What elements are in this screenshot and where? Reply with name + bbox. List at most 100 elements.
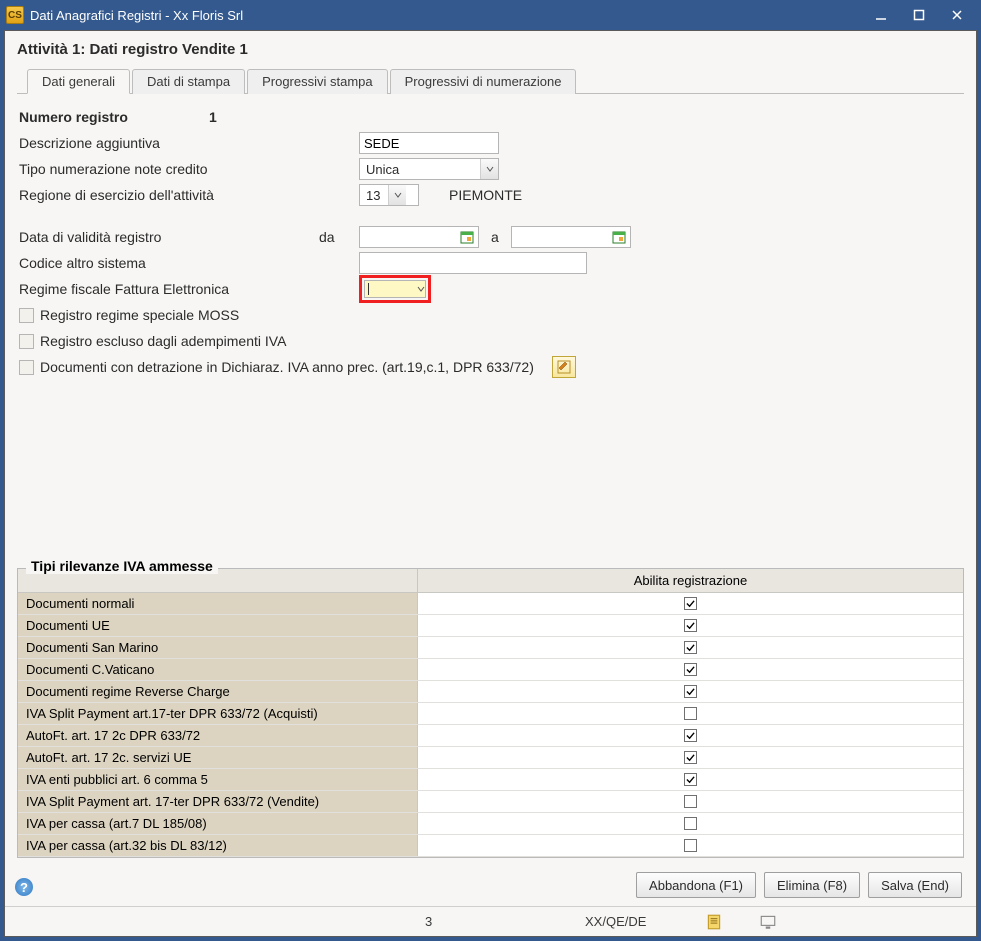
chevron-down-icon	[417, 280, 425, 298]
data-da-input[interactable]	[359, 226, 479, 248]
chevron-down-icon	[480, 159, 498, 179]
row-checkbox-cell	[418, 703, 963, 724]
moss-label: Registro regime speciale MOSS	[40, 307, 239, 323]
row-label: IVA per cassa (art.32 bis DL 83/12)	[18, 835, 418, 856]
table-row: AutoFt. art. 17 2c. servizi UE	[18, 747, 963, 769]
row-checkbox-cell	[418, 615, 963, 636]
abbandona-button[interactable]: Abbandona (F1)	[636, 872, 756, 898]
titlebar: CS Dati Anagrafici Registri - Xx Floris …	[0, 0, 981, 30]
tipi-rilevanze-group: Tipi rilevanze IVA ammesse Abilita regis…	[17, 568, 964, 858]
tab-0[interactable]: Dati generali	[27, 69, 130, 94]
note-icon[interactable]	[705, 913, 723, 931]
tab-3[interactable]: Progressivi di numerazione	[390, 69, 577, 94]
row-checkbox[interactable]	[684, 839, 697, 852]
row-checkbox[interactable]	[684, 597, 697, 610]
row-checkbox[interactable]	[684, 751, 697, 764]
row-checkbox[interactable]	[684, 773, 697, 786]
tipo-numerazione-value: Unica	[360, 162, 420, 177]
row-checkbox-cell	[418, 791, 963, 812]
row-checkbox-cell	[418, 681, 963, 702]
row-checkbox-cell	[418, 725, 963, 746]
escluso-checkbox[interactable]	[19, 334, 34, 349]
row-label: IVA per cassa (art.7 DL 185/08)	[18, 813, 418, 834]
regione-code-select[interactable]: 13	[359, 184, 419, 206]
table-row: Documenti San Marino	[18, 637, 963, 659]
row-label: Documenti C.Vaticano	[18, 659, 418, 680]
regime-fiscale-select[interactable]	[364, 280, 426, 298]
numero-registro-value: 1	[209, 109, 217, 125]
codice-sistema-input[interactable]	[359, 252, 587, 274]
row-checkbox-cell	[418, 659, 963, 680]
descrizione-input[interactable]	[359, 132, 499, 154]
table-row: Documenti UE	[18, 615, 963, 637]
row-label: Documenti regime Reverse Charge	[18, 681, 418, 702]
codice-sistema-label: Codice altro sistema	[19, 255, 359, 271]
regime-fiscale-label: Regime fiscale Fattura Elettronica	[19, 281, 359, 297]
group-title: Tipi rilevanze IVA ammesse	[26, 558, 218, 574]
row-label: IVA Split Payment art.17-ter DPR 633/72 …	[18, 703, 418, 724]
table-row: IVA Split Payment art.17-ter DPR 633/72 …	[18, 703, 963, 725]
help-icon[interactable]: ?	[15, 878, 33, 896]
row-checkbox-cell	[418, 835, 963, 856]
tab-1[interactable]: Dati di stampa	[132, 69, 245, 94]
tipo-numerazione-select[interactable]: Unica	[359, 158, 499, 180]
window-title: Dati Anagrafici Registri - Xx Floris Srl	[30, 8, 869, 23]
data-a-input[interactable]	[511, 226, 631, 248]
calendar-icon	[459, 229, 475, 245]
descrizione-label: Descrizione aggiuntiva	[19, 135, 359, 151]
highlight-box	[359, 275, 431, 303]
row-checkbox[interactable]	[684, 707, 697, 720]
row-checkbox-cell	[418, 593, 963, 614]
da-label: da	[319, 229, 359, 245]
moss-checkbox[interactable]	[19, 308, 34, 323]
statusbar: 3 XX/QE/DE	[5, 906, 976, 936]
table-row: IVA enti pubblici art. 6 comma 5	[18, 769, 963, 791]
row-label: Documenti San Marino	[18, 637, 418, 658]
numero-registro-label: Numero registro	[19, 109, 359, 125]
edit-button[interactable]	[552, 356, 576, 378]
row-label: AutoFt. art. 17 2c. servizi UE	[18, 747, 418, 768]
salva-button[interactable]: Salva (End)	[868, 872, 962, 898]
table-row: AutoFt. art. 17 2c DPR 633/72	[18, 725, 963, 747]
row-label: AutoFt. art. 17 2c DPR 633/72	[18, 725, 418, 746]
table-row: IVA per cassa (art.7 DL 185/08)	[18, 813, 963, 835]
row-checkbox[interactable]	[684, 663, 697, 676]
tabs: Dati generaliDati di stampaProgressivi s…	[17, 68, 964, 94]
table-row: Documenti C.Vaticano	[18, 659, 963, 681]
minimize-button[interactable]	[869, 5, 893, 25]
row-checkbox[interactable]	[684, 685, 697, 698]
table-row: Documenti regime Reverse Charge	[18, 681, 963, 703]
detrazione-label: Documenti con detrazione in Dichiaraz. I…	[40, 359, 534, 375]
table-row: IVA Split Payment art. 17-ter DPR 633/72…	[18, 791, 963, 813]
row-label: Documenti UE	[18, 615, 418, 636]
app-icon: CS	[6, 6, 24, 24]
tipo-numerazione-label: Tipo numerazione note credito	[19, 161, 359, 177]
tab-2[interactable]: Progressivi stampa	[247, 69, 388, 94]
elimina-button[interactable]: Elimina (F8)	[764, 872, 860, 898]
detrazione-checkbox[interactable]	[19, 360, 34, 375]
escluso-label: Registro escluso dagli adempimenti IVA	[40, 333, 286, 349]
grid-header-col2: Abilita registrazione	[418, 569, 963, 592]
regione-name: PIEMONTE	[449, 187, 522, 203]
regione-code-value: 13	[360, 188, 388, 203]
row-label: IVA enti pubblici art. 6 comma 5	[18, 769, 418, 790]
row-label: IVA Split Payment art. 17-ter DPR 633/72…	[18, 791, 418, 812]
row-checkbox[interactable]	[684, 619, 697, 632]
page-title: Attività 1: Dati registro Vendite 1	[5, 31, 976, 64]
monitor-icon[interactable]	[759, 913, 777, 931]
row-checkbox-cell	[418, 769, 963, 790]
row-checkbox-cell	[418, 813, 963, 834]
row-checkbox[interactable]	[684, 641, 697, 654]
calendar-icon	[611, 229, 627, 245]
table-row: IVA per cassa (art.32 bis DL 83/12)	[18, 835, 963, 857]
status-code: XX/QE/DE	[585, 914, 646, 929]
chevron-down-icon	[388, 185, 406, 205]
row-checkbox[interactable]	[684, 729, 697, 742]
maximize-button[interactable]	[907, 5, 931, 25]
status-number: 3	[425, 914, 432, 929]
a-label: a	[491, 229, 499, 245]
row-checkbox-cell	[418, 637, 963, 658]
row-checkbox[interactable]	[684, 817, 697, 830]
row-checkbox[interactable]	[684, 795, 697, 808]
close-button[interactable]	[945, 5, 969, 25]
